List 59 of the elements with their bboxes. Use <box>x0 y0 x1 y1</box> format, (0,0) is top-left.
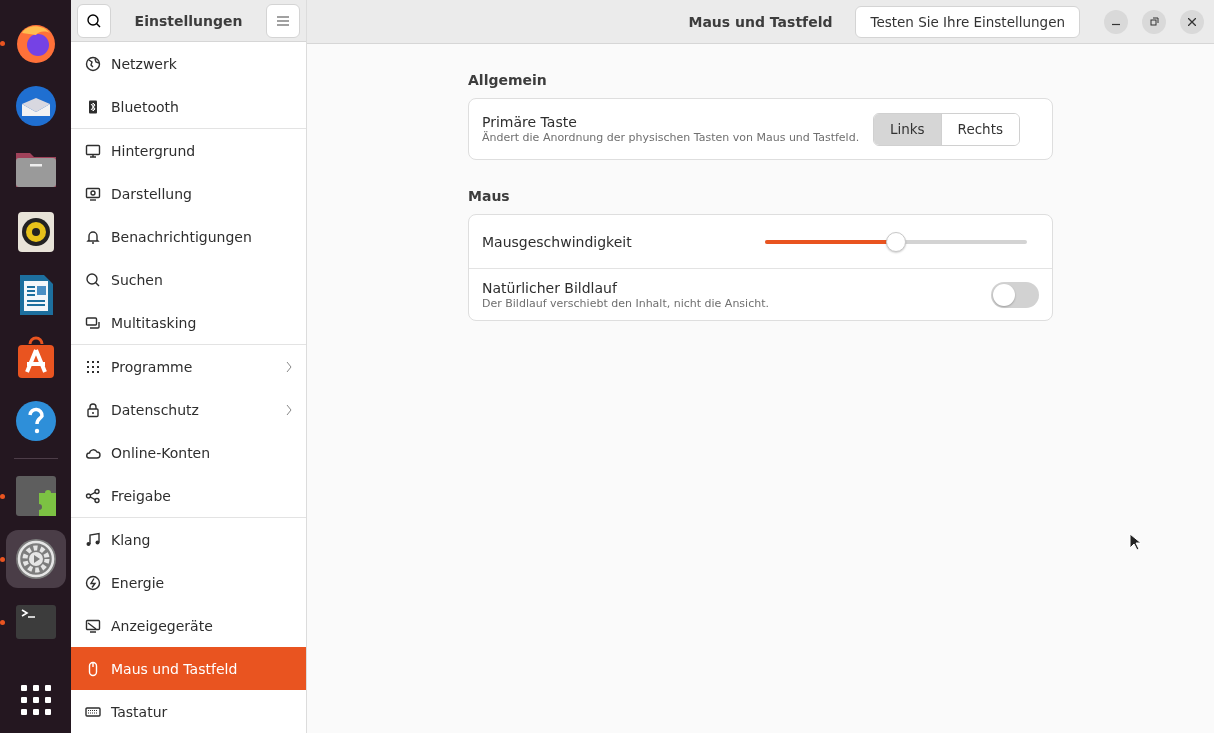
sidebar-item-icon <box>85 401 101 418</box>
test-settings-button[interactable]: Testen Sie Ihre Einstellungen <box>855 5 1080 38</box>
slider-thumb[interactable] <box>886 231 906 252</box>
sidebar-item[interactable]: Netzwerk <box>71 42 306 85</box>
sidebar-item-icon <box>85 617 101 634</box>
row-description: Ändert die Anordnung der physischen Tasten von Maus und Tastfeld. <box>482 131 861 144</box>
sidebar-item[interactable]: Multitasking <box>71 301 306 344</box>
sidebar-item-icon <box>85 228 101 245</box>
sidebar-item-icon <box>85 271 101 288</box>
sidebar-title: Einstellungen <box>134 12 243 29</box>
restore-icon <box>1149 17 1159 26</box>
help-icon <box>13 399 58 443</box>
settings-icon <box>13 537 58 581</box>
mail-app-icon <box>13 84 58 128</box>
row-label: Primäre Taste <box>482 114 578 130</box>
sidebar-item[interactable]: Programme <box>71 345 306 388</box>
sidebar-item[interactable]: Anzeigegeräte <box>71 604 306 647</box>
segment-button[interactable]: Rechts <box>940 113 1019 145</box>
section-title: Allgemein <box>468 72 548 88</box>
window-title: Maus und Tastfeld <box>688 13 833 30</box>
sidebar-item[interactable]: Tastatur <box>71 690 306 733</box>
sidebar-item-icon <box>85 185 101 202</box>
sidebar-item[interactable]: Benachrichtigungen <box>71 215 306 258</box>
close-button[interactable] <box>1180 9 1204 34</box>
sidebar-item[interactable]: Maus und Tastfeld <box>71 647 306 690</box>
dock-item[interactable] <box>5 530 66 588</box>
sidebar-item[interactable]: Suchen <box>71 258 306 301</box>
menu-icon <box>277 15 289 26</box>
close-icon <box>1188 17 1196 26</box>
sidebar-item[interactable]: Darstellung <box>71 172 306 215</box>
sidebar-item-icon <box>85 55 101 72</box>
mouse-pointer-icon <box>1129 533 1141 551</box>
sidebar-item[interactable]: Hintergrund <box>71 129 306 172</box>
sidebar-item[interactable]: Energie <box>71 561 306 604</box>
row-label: Natürlicher Bildlauf <box>482 279 619 296</box>
sidebar-item-icon <box>85 574 101 591</box>
terminal-icon <box>14 604 57 640</box>
sidebar-item-icon <box>85 142 101 159</box>
sidebar-item[interactable]: Freigabe <box>71 474 306 517</box>
sidebar-item[interactable]: Online-Konten <box>71 431 306 474</box>
search-button[interactable] <box>77 3 111 38</box>
menu-button[interactable] <box>266 3 300 38</box>
segment-button[interactable]: Links <box>873 113 941 145</box>
row-description: Der Bildlauf verschiebt den Inhalt, nicht die Ansicht. <box>482 296 770 310</box>
sidebar-item-icon <box>85 314 101 331</box>
toggle-switch[interactable] <box>991 281 1039 308</box>
app-grid-icon[interactable] <box>20 685 51 715</box>
restore-button[interactable] <box>1142 9 1166 34</box>
row-label: Mausgeschwindigkeit <box>482 233 633 250</box>
sidebar-item[interactable]: Klang <box>71 518 306 561</box>
search-icon <box>86 12 102 29</box>
sidebar-item-icon <box>85 487 101 504</box>
section-title: Maus <box>468 188 511 204</box>
puzzle-icon <box>14 475 57 517</box>
sidebar-item-icon <box>85 358 101 375</box>
sidebar-item[interactable]: Bluetooth <box>71 85 306 128</box>
sidebar-item[interactable]: Datenschutz <box>71 388 306 431</box>
speaker-icon <box>15 210 56 254</box>
sidebar-item-icon <box>85 531 101 548</box>
